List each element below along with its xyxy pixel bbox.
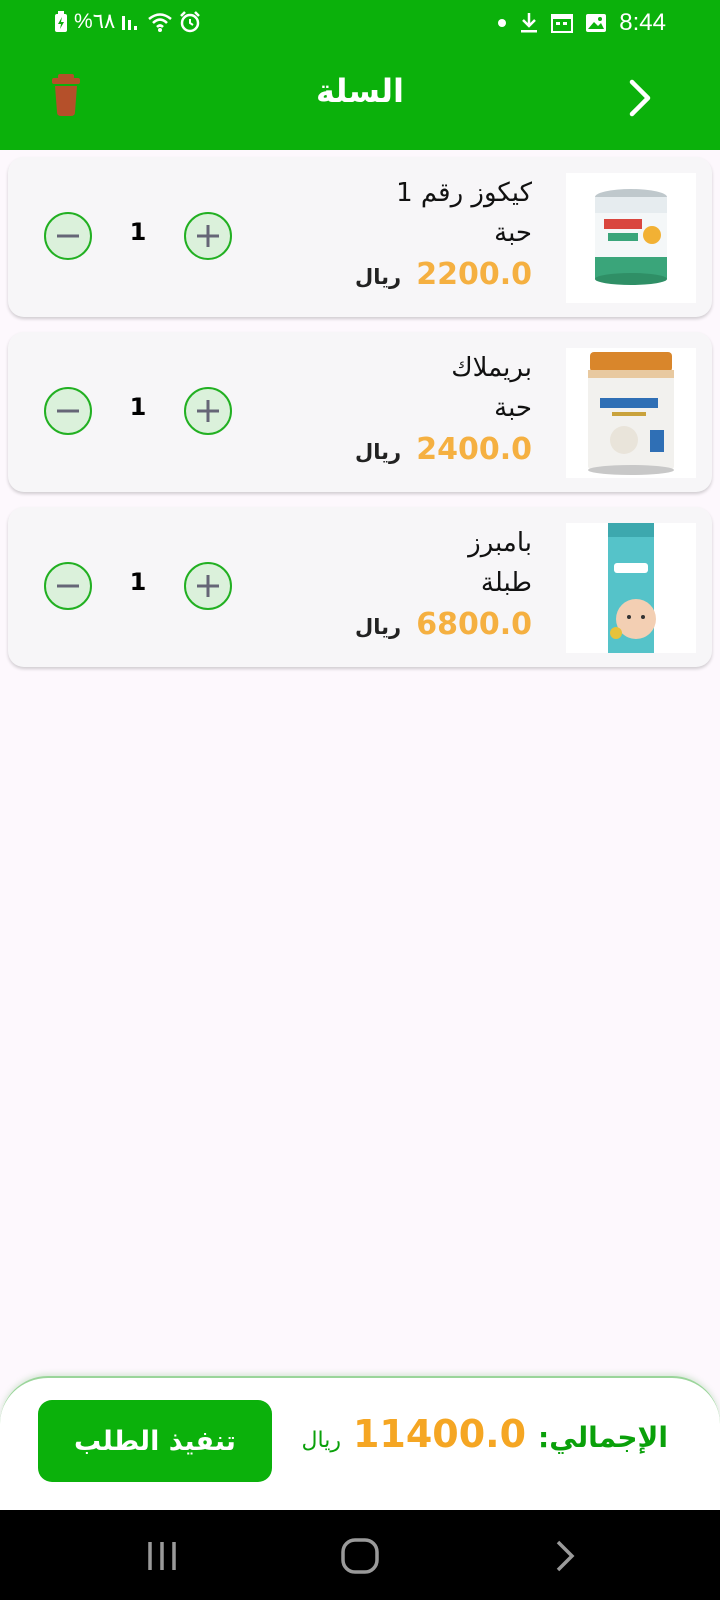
plus-icon xyxy=(197,400,219,422)
chevron-right-icon xyxy=(556,1540,575,1572)
quantity-value: 1 xyxy=(129,568,147,596)
decrease-quantity-button[interactable] xyxy=(44,562,92,610)
product-info: بامبرز طبلة 6800.0 ريال xyxy=(355,523,532,647)
page-title: السلة xyxy=(315,72,404,110)
cart-item: كيكوز رقم 1 حبة 2200.0 ريال 1 xyxy=(8,157,712,317)
plus-icon xyxy=(197,575,219,597)
alarm-icon xyxy=(179,10,201,33)
image-icon xyxy=(585,13,607,33)
quantity-stepper: 1 xyxy=(44,212,232,260)
plus-icon xyxy=(197,225,219,247)
product-name: بريملاك xyxy=(451,353,532,383)
download-icon xyxy=(519,12,539,34)
signal-icon xyxy=(121,12,141,32)
product-name: بامبرز xyxy=(468,528,532,558)
total-currency: ريال xyxy=(301,1428,341,1453)
system-nav-bar xyxy=(0,1510,720,1600)
home-icon xyxy=(341,1538,379,1574)
cart-item: بامبرز طبلة 6800.0 ريال 1 xyxy=(8,507,712,667)
quantity-stepper: 1 xyxy=(44,562,232,610)
status-right: 8:44 xyxy=(497,9,666,37)
calendar-icon xyxy=(551,13,574,33)
back-button[interactable] xyxy=(616,74,664,122)
battery-charging-icon xyxy=(54,10,68,33)
increase-quantity-button[interactable] xyxy=(184,562,232,610)
app-bar: السلة xyxy=(0,46,720,150)
product-unit: حبة xyxy=(494,393,532,423)
product-image xyxy=(566,523,696,653)
product-unit: طبلة xyxy=(480,568,532,598)
battery-percent: %٦٨ xyxy=(74,10,116,33)
product-image xyxy=(566,348,696,478)
status-bar: %٦٨ 8:44 xyxy=(0,0,720,46)
cart-item: بريملاك حبة 2400.0 ريال 1 xyxy=(8,332,712,492)
status-left: %٦٨ xyxy=(54,9,201,34)
nav-back-button[interactable] xyxy=(540,1532,588,1580)
increase-quantity-button[interactable] xyxy=(184,387,232,435)
checkout-bar: تنفيذ الطلب الإجمالي: 11400.0 ريال xyxy=(0,1376,720,1512)
checkout-button[interactable]: تنفيذ الطلب xyxy=(38,1400,272,1482)
status-time: 8:44 xyxy=(619,9,666,36)
total-label: الإجمالي: xyxy=(538,1421,668,1454)
home-button[interactable] xyxy=(336,1532,384,1580)
product-price: 6800.0 xyxy=(416,607,532,642)
recent-apps-button[interactable] xyxy=(138,1532,186,1580)
total-value: 11400.0 xyxy=(352,1412,527,1456)
quantity-stepper: 1 xyxy=(44,387,232,435)
wifi-icon xyxy=(147,11,173,33)
currency-label: ريال xyxy=(355,265,402,289)
product-info: كيكوز رقم 1 حبة 2200.0 ريال xyxy=(355,173,532,297)
currency-label: ريال xyxy=(355,440,402,464)
chevron-right-icon xyxy=(629,79,651,117)
dot-icon xyxy=(497,18,507,28)
decrease-quantity-button[interactable] xyxy=(44,387,92,435)
product-unit: حبة xyxy=(494,218,532,248)
currency-label: ريال xyxy=(355,615,402,639)
price-line: 2200.0 ريال xyxy=(355,257,532,297)
product-image xyxy=(566,173,696,303)
product-name: كيكوز رقم 1 xyxy=(396,178,532,208)
product-price: 2400.0 xyxy=(416,432,532,467)
increase-quantity-button[interactable] xyxy=(184,212,232,260)
minus-icon xyxy=(57,584,79,588)
quantity-value: 1 xyxy=(129,218,147,246)
cart-list: كيكوز رقم 1 حبة 2200.0 ريال 1 بريملاك حب… xyxy=(8,157,712,682)
minus-icon xyxy=(57,234,79,238)
quantity-value: 1 xyxy=(129,393,147,421)
price-line: 6800.0 ريال xyxy=(355,607,532,647)
minus-icon xyxy=(57,409,79,413)
decrease-quantity-button[interactable] xyxy=(44,212,92,260)
product-price: 2200.0 xyxy=(416,257,532,292)
recent-apps-icon xyxy=(148,1542,176,1570)
product-info: بريملاك حبة 2400.0 ريال xyxy=(355,348,532,472)
order-total: الإجمالي: 11400.0 ريال xyxy=(302,1412,668,1456)
price-line: 2400.0 ريال xyxy=(355,432,532,472)
